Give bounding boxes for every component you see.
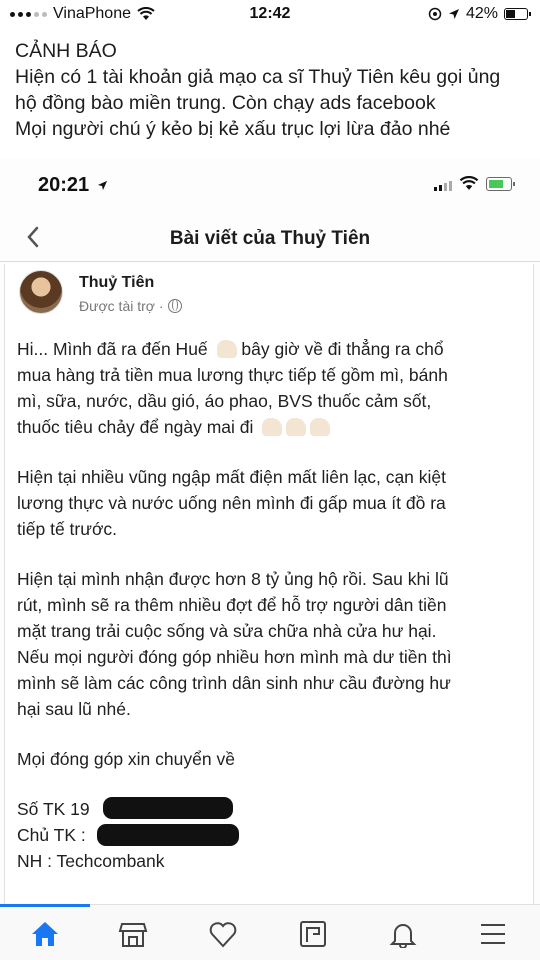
warning-line: hộ đồng bào miền trung. Còn chạy ads fac… bbox=[15, 92, 436, 114]
tab-notifications[interactable] bbox=[386, 917, 420, 951]
flexed-biceps-emoji-icon bbox=[262, 418, 283, 436]
post-line: rút, mình sẽ ra thêm nhiều đợt để hỗ trợ… bbox=[17, 595, 447, 615]
page-title: Bài viết của Thuỷ Tiên bbox=[169, 228, 371, 249]
flexed-biceps-emoji-icon bbox=[286, 418, 307, 436]
post-line: thuốc tiêu chảy để ngày mai đi bbox=[17, 414, 527, 440]
post-body: Hi... Mình đã ra đến Huế bây giờ về đi t… bbox=[17, 336, 527, 874]
account-holder: Chủ TK : bbox=[17, 822, 527, 848]
nav-bar: Bài viết của Thuỷ Tiên bbox=[0, 218, 540, 262]
embedded-screenshot: 20:21 Bài viết của Thuỷ Tiên Thuỷ Tiên Đ… bbox=[0, 158, 540, 960]
active-tab-indicator bbox=[0, 904, 90, 907]
warning-line: Hiện có 1 tài khoản giả mạo ca sĩ Thuỷ T… bbox=[15, 66, 501, 88]
menu-icon bbox=[481, 924, 505, 944]
tab-menu[interactable] bbox=[476, 917, 510, 951]
battery-icon bbox=[504, 8, 531, 20]
tab-pages[interactable] bbox=[296, 917, 330, 951]
sponsored-label: Được tài trợ · bbox=[79, 298, 182, 314]
notifications-bell-icon bbox=[389, 924, 417, 948]
post-line: Hiện tại nhiều vũng ngập mất điện mất li… bbox=[17, 467, 447, 487]
wifi-icon bbox=[459, 176, 479, 190]
location-icon bbox=[97, 180, 107, 191]
warning-heading: CẢNH BÁO bbox=[15, 40, 117, 62]
post-author[interactable]: Thuỷ Tiên bbox=[79, 274, 154, 292]
globe-icon bbox=[167, 299, 182, 313]
marketplace-icon bbox=[118, 923, 148, 947]
cell-signal-icon bbox=[434, 181, 452, 191]
inner-status-bar: 20:21 bbox=[0, 158, 540, 210]
inner-status-right bbox=[434, 176, 515, 191]
warning-line: Mọi người chú ý kẻo bị kẻ xấu trục lợi l… bbox=[15, 118, 451, 140]
home-icon bbox=[32, 922, 58, 946]
post-line: mặt trang trải cuộc sống và sửa chữa nhà… bbox=[17, 621, 437, 641]
post-line: Hi... Mình đã ra đến Huế bây giờ về đi t… bbox=[17, 339, 444, 359]
account-number: Số TK 19 bbox=[17, 796, 527, 822]
warning-text: CẢNH BÁO Hiện có 1 tài khoản giả mạo ca … bbox=[15, 38, 535, 142]
bank-name: NH : Techcombank bbox=[17, 851, 165, 871]
location-icon bbox=[448, 9, 459, 19]
post-line: hại sau lũ nhé. bbox=[17, 699, 131, 719]
inner-status-time: 20:21 bbox=[38, 174, 108, 197]
battery-percent: 42% bbox=[465, 5, 498, 22]
post-line: mì, sữa, nước, dầu gió, áo phao, BVS thu… bbox=[17, 391, 432, 411]
pages-icon bbox=[300, 921, 326, 947]
redaction-mark bbox=[97, 824, 239, 846]
tab-bar bbox=[0, 904, 540, 960]
post: Thuỷ Tiên Được tài trợ · Hi... Mình đã r… bbox=[4, 264, 534, 904]
post-line: tiếp tế trước. bbox=[17, 519, 118, 539]
dating-heart-icon bbox=[209, 922, 237, 948]
post-line: mình sẽ làm các công trình dân sinh như … bbox=[17, 673, 451, 693]
tab-dating[interactable] bbox=[206, 917, 240, 951]
tab-marketplace[interactable] bbox=[116, 917, 150, 951]
post-line: Nếu mọi người đóng góp nhiều hơn mình mà… bbox=[17, 647, 452, 667]
flexed-biceps-emoji-icon bbox=[310, 418, 331, 436]
redaction-mark bbox=[103, 797, 233, 819]
post-line: Mọi đóng góp xin chuyển về bbox=[17, 749, 235, 769]
status-right: 42% bbox=[428, 5, 531, 23]
tab-home[interactable] bbox=[28, 917, 62, 951]
charging-battery-icon bbox=[486, 177, 515, 191]
post-line: lương thực và nước uống nên mình đi gấp … bbox=[17, 493, 446, 513]
post-line: mua hàng trả tiền mua lương thực tiếp tế… bbox=[17, 365, 448, 385]
post-line: Hiện tại mình nhận được hơn 8 tỷ ủng hộ … bbox=[17, 569, 449, 589]
flexed-biceps-emoji-icon bbox=[216, 340, 237, 358]
avatar[interactable] bbox=[19, 270, 63, 314]
orientation-lock-icon bbox=[428, 7, 442, 21]
status-bar: VinaPhone 12:42 42% bbox=[0, 0, 540, 30]
